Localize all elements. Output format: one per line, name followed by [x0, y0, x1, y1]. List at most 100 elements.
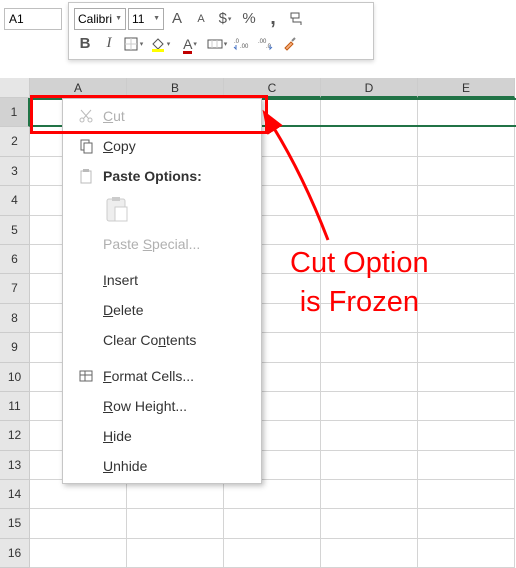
row-header[interactable]: 9	[0, 333, 30, 362]
row-header[interactable]: 2	[0, 127, 30, 156]
cell[interactable]	[321, 451, 418, 480]
cell[interactable]	[321, 333, 418, 362]
format-painter-button[interactable]	[286, 8, 308, 30]
comma-button[interactable]: ,	[262, 8, 284, 30]
menu-format-cells-label: Format Cells...	[103, 368, 194, 384]
row-header[interactable]: 4	[0, 186, 30, 215]
cell[interactable]	[321, 157, 418, 186]
row-header[interactable]: 13	[0, 451, 30, 480]
cell[interactable]	[418, 98, 515, 127]
row-header[interactable]: 11	[0, 392, 30, 421]
menu-insert[interactable]: Insert	[63, 265, 261, 295]
row-header[interactable]: 10	[0, 363, 30, 392]
row-header[interactable]: 5	[0, 216, 30, 245]
row-header[interactable]: 8	[0, 304, 30, 333]
cell[interactable]	[321, 480, 418, 509]
clear-format-button[interactable]	[278, 33, 300, 55]
cell[interactable]	[418, 157, 515, 186]
menu-unhide[interactable]: Unhide	[63, 451, 261, 481]
cell[interactable]	[418, 333, 515, 362]
menu-delete[interactable]: Delete	[63, 295, 261, 325]
cell[interactable]	[224, 539, 321, 568]
cell[interactable]	[321, 186, 418, 215]
increase-font-button[interactable]: A	[166, 8, 188, 30]
borders-button[interactable]: ▾	[122, 33, 144, 55]
col-header-b[interactable]: B	[127, 78, 224, 98]
font-color-button[interactable]: A▾	[176, 33, 204, 55]
cell[interactable]	[224, 480, 321, 509]
cell[interactable]	[418, 127, 515, 156]
cell[interactable]	[30, 539, 127, 568]
cell[interactable]	[30, 509, 127, 538]
cell[interactable]	[127, 509, 224, 538]
menu-clear-contents[interactable]: Clear Contents	[63, 325, 261, 355]
menu-row-height[interactable]: Row Height...	[63, 391, 261, 421]
fill-color-button[interactable]: ▾	[146, 33, 174, 55]
caret-icon: ▼	[153, 15, 160, 22]
cell[interactable]	[321, 363, 418, 392]
cell[interactable]	[418, 274, 515, 303]
decrease-decimal-button[interactable]: .00.0	[254, 33, 276, 55]
decrease-font-button[interactable]: A	[190, 8, 212, 30]
cell[interactable]	[418, 216, 515, 245]
cell[interactable]	[127, 480, 224, 509]
cell[interactable]	[321, 421, 418, 450]
cell[interactable]	[418, 480, 515, 509]
cell[interactable]	[321, 98, 418, 127]
cell[interactable]	[418, 392, 515, 421]
menu-cut-label: Cut	[103, 108, 125, 124]
row-header[interactable]: 12	[0, 421, 30, 450]
cell[interactable]	[418, 509, 515, 538]
font-size-dropdown[interactable]: 11 ▼	[128, 8, 164, 30]
format-cells-icon	[73, 366, 99, 386]
cell[interactable]	[224, 509, 321, 538]
menu-clear-contents-label: Clear Contents	[103, 332, 196, 348]
col-header-a[interactable]: A	[30, 78, 127, 98]
annotation-text: Cut Option is Frozen	[290, 244, 429, 322]
cell[interactable]	[418, 451, 515, 480]
cell[interactable]	[30, 480, 127, 509]
cell[interactable]	[418, 539, 515, 568]
toolbar-row-2: B I ▾ ▾ A▾ ▾ .0.00 .00.0	[74, 31, 368, 56]
menu-row-height-label: Row Height...	[103, 398, 187, 414]
bold-button[interactable]: B	[74, 33, 96, 55]
row-header[interactable]: 16	[0, 539, 30, 568]
cell[interactable]	[418, 304, 515, 333]
currency-button[interactable]: $▾	[214, 8, 236, 30]
cell[interactable]	[321, 509, 418, 538]
format-painter-icon	[289, 11, 305, 27]
cell[interactable]	[418, 245, 515, 274]
cell[interactable]	[418, 186, 515, 215]
select-all-corner[interactable]	[0, 78, 30, 98]
cell[interactable]	[321, 539, 418, 568]
col-header-c[interactable]: C	[224, 78, 321, 98]
col-header-e[interactable]: E	[418, 78, 515, 98]
row-header[interactable]: 6	[0, 245, 30, 274]
increase-decimal-button[interactable]: .0.00	[230, 33, 252, 55]
cell[interactable]	[418, 363, 515, 392]
row-14: 14	[0, 480, 516, 509]
menu-hide[interactable]: Hide	[63, 421, 261, 451]
italic-button[interactable]: I	[98, 33, 120, 55]
merge-icon	[207, 36, 223, 52]
row-header[interactable]: 15	[0, 509, 30, 538]
row-header[interactable]: 3	[0, 157, 30, 186]
row-header[interactable]: 14	[0, 480, 30, 509]
cell[interactable]	[418, 421, 515, 450]
cell[interactable]	[321, 216, 418, 245]
column-headers: A B C D E	[0, 78, 516, 98]
cell[interactable]	[321, 127, 418, 156]
col-header-d[interactable]: D	[321, 78, 418, 98]
fill-bucket-icon	[150, 36, 166, 52]
menu-copy[interactable]: Copy	[63, 131, 261, 161]
name-box[interactable]: A1	[4, 8, 62, 30]
menu-paste-options-label: Paste Options:	[103, 168, 202, 184]
menu-format-cells[interactable]: Format Cells...	[63, 361, 261, 391]
percent-button[interactable]: %	[238, 8, 260, 30]
font-name-dropdown[interactable]: Calibri ▼	[74, 8, 126, 30]
cell[interactable]	[321, 392, 418, 421]
row-header[interactable]: 7	[0, 274, 30, 303]
merge-button[interactable]: ▾	[206, 33, 228, 55]
cell[interactable]	[127, 539, 224, 568]
row-header[interactable]: 1	[0, 98, 30, 127]
